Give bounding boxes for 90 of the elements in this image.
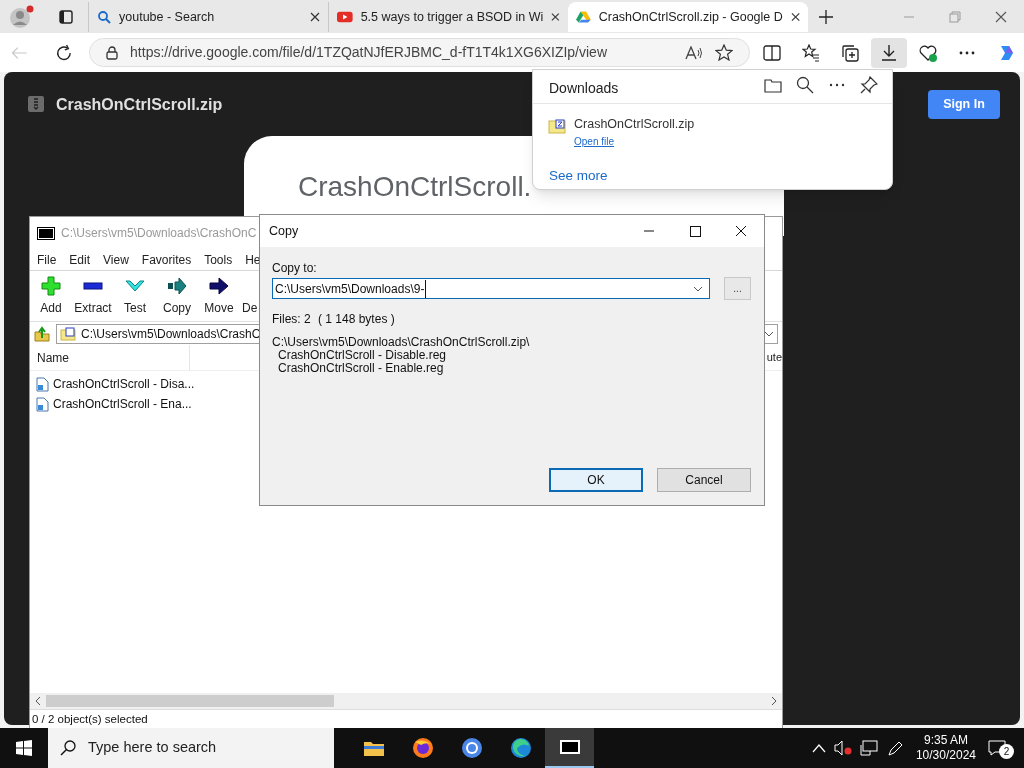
menu-item[interactable]: He: [245, 250, 261, 269]
network-icon[interactable]: [859, 740, 878, 756]
file-entry: CrashOnCtrlScroll - Disable.reg: [278, 349, 447, 362]
search-icon: [60, 740, 76, 756]
url-text: https://drive.google.com/file/d/1TZQatNJfERJBMC_d-fT1T4k1XG6XIZIp/view: [130, 43, 608, 62]
open-file-link[interactable]: Open file: [574, 133, 695, 149]
scroll-thumb[interactable]: [46, 695, 334, 707]
collections-icon[interactable]: [841, 43, 859, 62]
file-entry: CrashOnCtrlScroll - Enable.reg: [278, 362, 444, 375]
menu-item[interactable]: View: [103, 250, 129, 269]
preview-title: CrashOnCtrlScroll.: [298, 170, 532, 204]
column-header[interactable]: ute: [766, 345, 782, 370]
browser-tab[interactable]: youtube - Search: [88, 2, 328, 32]
file-name[interactable]: CrashOnCtrlScroll - Ena...: [53, 395, 192, 413]
search-placeholder: Type here to search: [88, 738, 217, 758]
dialog-title: Copy: [269, 222, 300, 240]
copy-icon: [167, 276, 187, 296]
clock-time[interactable]: 9:35 AM: [923, 733, 968, 748]
dialog-button[interactable]: OK: [549, 468, 643, 492]
search-icon[interactable]: [796, 76, 814, 94]
dialog-button[interactable]: Cancel: [657, 468, 751, 492]
window-title: C:\Users\vm5\Downloads\CrashOnC: [61, 225, 257, 242]
menu-item[interactable]: Edit: [69, 250, 91, 269]
close-icon[interactable]: [551, 12, 560, 22]
document-icon: [36, 376, 49, 392]
document-icon: [36, 396, 49, 412]
menu-item[interactable]: File: [37, 250, 57, 269]
zip-file-icon: [60, 326, 76, 341]
menu-item[interactable]: Favorites: [141, 250, 192, 269]
toolbar-button[interactable]: Copy: [156, 276, 198, 317]
field-label: Copy to:: [272, 260, 317, 277]
up-folder-icon[interactable]: [34, 325, 50, 342]
tab-title: 5.5 ways to trigger a BSOD in Wi: [360, 8, 544, 26]
toolbar-button[interactable]: Extract: [72, 276, 114, 317]
file-name: CrashOnCtrlScroll.zip: [574, 116, 695, 133]
triangle-logo-icon: [576, 10, 591, 24]
split-screen-icon[interactable]: [763, 43, 781, 62]
file-count: Files: 2: [272, 311, 311, 328]
field-value: C:\Users\vm5\Downloads\9-: [275, 279, 427, 298]
see-more-link[interactable]: See more: [549, 166, 608, 187]
browser-globe-icon[interactable]: [410, 736, 435, 760]
horizontal-scrollbar[interactable]: [30, 693, 782, 709]
browser-tab[interactable]: CrashOnCtrlScroll.zip - Google D: [568, 2, 808, 32]
chevron-down-icon[interactable]: [693, 285, 703, 292]
app-logo-icon: [37, 226, 55, 240]
new-tab-icon[interactable]: [819, 9, 833, 24]
tab-title: youtube - Search: [119, 8, 216, 26]
tab-title: CrashOnCtrlScroll.zip - Google D: [598, 8, 783, 26]
clock-date[interactable]: 10/30/2024: [915, 748, 976, 763]
star-icon[interactable]: [715, 44, 733, 61]
toolbar-button[interactable]: De: [240, 276, 258, 317]
destination-field[interactable]: C:\Users\vm5\Downloads\9-: [272, 278, 710, 299]
file-title: CrashOnCtrlScroll.zip: [56, 95, 223, 115]
zip-file-icon: [548, 117, 566, 135]
toolbar-button[interactable]: Move: [198, 276, 240, 317]
notification-icon[interactable]: [988, 740, 1006, 756]
search-icon: [97, 10, 111, 24]
zip-file-icon: [27, 95, 45, 113]
column-header[interactable]: Name: [30, 345, 190, 370]
speaker-muted-icon[interactable]: [833, 740, 852, 756]
chevron-up-icon[interactable]: [811, 743, 826, 753]
status-text: 0 / 2 object(s) selected: [32, 711, 148, 727]
add-icon: [41, 276, 61, 296]
close-icon[interactable]: [310, 12, 320, 22]
browser-tab[interactable]: 5.5 ways to trigger a BSOD in Wi: [328, 2, 568, 32]
address-bar[interactable]: https://drive.google.com/file/d/1TZQatNJfERJBMC_d-fT1T4k1XG6XIZIp/view: [89, 38, 750, 67]
download-icon[interactable]: [880, 43, 898, 62]
play-icon: [337, 10, 353, 24]
move-icon: [209, 276, 229, 296]
toolbar-button[interactable]: Add: [30, 276, 72, 317]
byte-count: ( 1 148 bytes ): [318, 311, 395, 328]
heart-icon[interactable]: [919, 43, 937, 62]
search-box[interactable]: Type here to search: [48, 728, 334, 768]
browser-circle-icon[interactable]: [459, 736, 484, 760]
read-aloud-icon[interactable]: [685, 45, 703, 60]
close-icon[interactable]: [790, 12, 800, 22]
file-name[interactable]: CrashOnCtrlScroll - Disa...: [53, 375, 195, 393]
sign-in-button[interactable]: Sign In: [928, 90, 1000, 119]
notification-count: 2: [999, 744, 1014, 759]
browse-button[interactable]: ...: [724, 277, 751, 300]
panel-title: Downloads: [549, 79, 619, 98]
pin-icon[interactable]: [860, 76, 878, 94]
menu-item[interactable]: Tools: [204, 250, 233, 269]
profile-avatar-icon[interactable]: [9, 4, 35, 29]
lock-icon: [106, 45, 119, 60]
source-path: C:\Users\vm5\Downloads\CrashOnCtrlScroll.zip\: [272, 336, 530, 349]
pen-icon[interactable]: [885, 740, 904, 756]
tab-actions-icon[interactable]: [59, 9, 73, 24]
favorites-icon[interactable]: [802, 43, 820, 62]
toolbar-button[interactable]: Test: [114, 276, 156, 317]
